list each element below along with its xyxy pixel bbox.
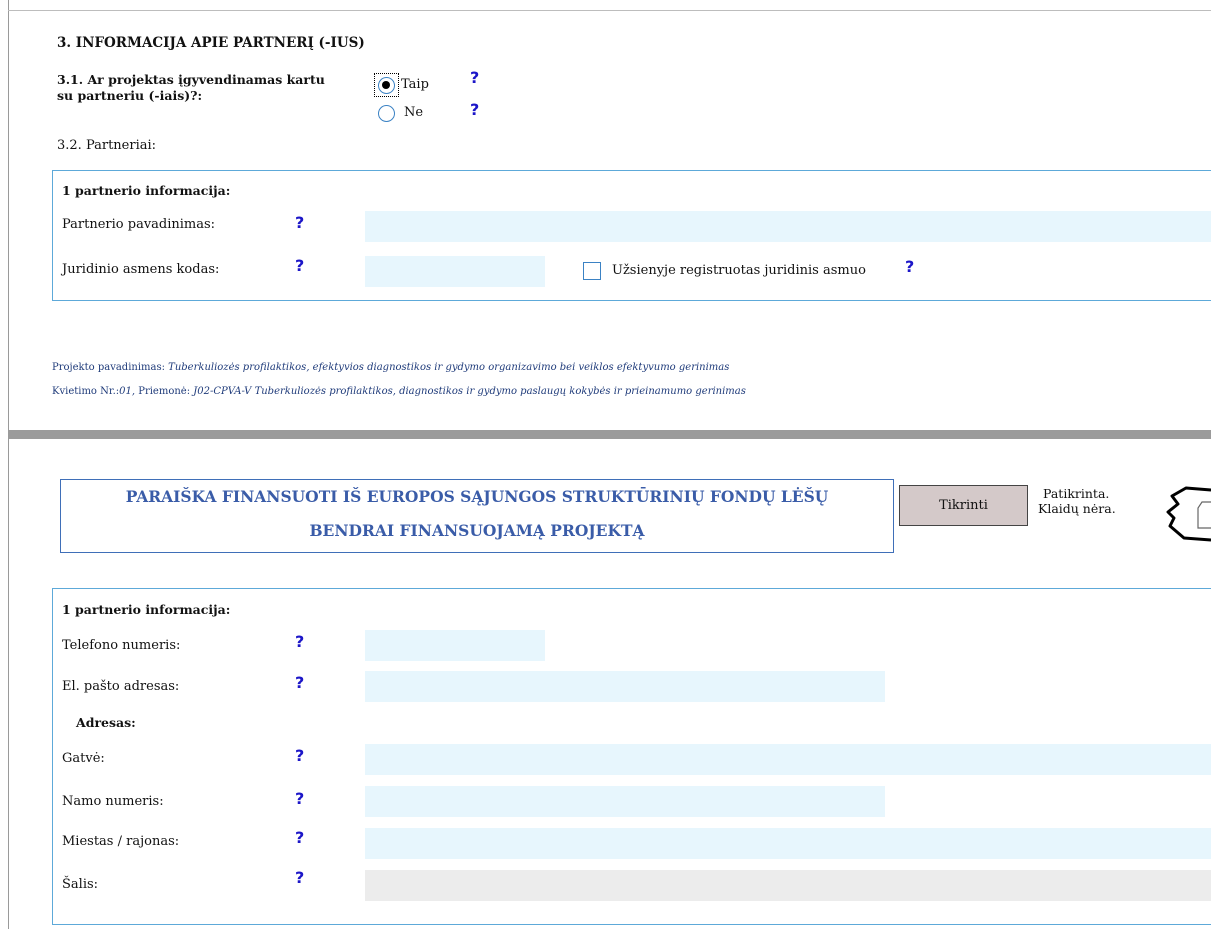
house-number-label: Namo numeris: xyxy=(62,794,164,809)
address-heading: Adresas: xyxy=(76,715,136,730)
email-label: El. pašto adresas: xyxy=(62,679,180,694)
footer-project-value: Tuberkuliozės profilaktikos, efektyvios … xyxy=(168,362,730,373)
help-icon-yes[interactable]: ? xyxy=(470,68,479,87)
partner-panel-1-heading: 1 partnerio informacija: xyxy=(62,183,231,198)
radio-no-label: Ne xyxy=(404,105,424,120)
check-status: Patikrinta. Klaidų nėra. xyxy=(1038,486,1116,516)
help-icon-house-number[interactable]: ? xyxy=(295,789,304,808)
foreign-entity-label: Užsienyje registruotas juridinis asmuo xyxy=(612,263,866,278)
email-field[interactable] xyxy=(365,671,885,702)
help-icon-street[interactable]: ? xyxy=(295,746,304,765)
help-icon-legal-code[interactable]: ? xyxy=(295,256,304,275)
footer-measure-label: Priemonė: xyxy=(138,386,191,397)
footer-measure-value: J02-CPVA-V Tuberkuliozės profilaktikos, … xyxy=(193,386,746,397)
footer-call-value: 01, xyxy=(119,386,136,397)
check-status-line1: Patikrinta. xyxy=(1043,486,1110,501)
section-title: 3. INFORMACIJA APIE PARTNERĮ (-IUS) xyxy=(57,35,365,51)
phone-field[interactable] xyxy=(365,630,545,661)
house-number-field[interactable] xyxy=(365,786,885,817)
check-status-line2: Klaidų nėra. xyxy=(1038,501,1116,516)
street-label: Gatvė: xyxy=(62,751,105,766)
legal-code-field[interactable] xyxy=(365,256,545,287)
country-label: Šalis: xyxy=(62,877,99,892)
check-button[interactable]: Tikrinti xyxy=(899,485,1028,526)
footer-project-line: Projekto pavadinimas: Tuberkuliozės prof… xyxy=(52,362,729,373)
footer-call-line: Kvietimo Nr.:01, Priemonė: J02-CPVA-V Tu… xyxy=(52,386,746,397)
city-field[interactable] xyxy=(365,828,1211,859)
help-icon-city[interactable]: ? xyxy=(295,828,304,847)
page-separator xyxy=(8,430,1211,439)
page-top-border xyxy=(8,10,1211,11)
help-icon-no[interactable]: ? xyxy=(470,100,479,119)
partner-panel-2-heading: 1 partnerio informacija: xyxy=(62,602,231,617)
footer-call-label: Kvietimo Nr.: xyxy=(52,386,120,397)
help-icon-email[interactable]: ? xyxy=(295,673,304,692)
street-field[interactable] xyxy=(365,744,1211,775)
country-field[interactable] xyxy=(365,870,1211,901)
page-left-border xyxy=(8,0,9,929)
partners-label: 3.2. Partneriai: xyxy=(57,138,157,153)
footer-project-label: Projekto pavadinimas: xyxy=(52,362,165,373)
question-3-1-line1: 3.1. Ar projektas įgyvendinamas kartu xyxy=(57,72,325,87)
radio-no[interactable] xyxy=(378,105,395,122)
help-icon-partner-name[interactable]: ? xyxy=(295,213,304,232)
document-icon xyxy=(1166,486,1211,542)
partner-name-field[interactable] xyxy=(365,211,1211,242)
application-title-box: PARAIŠKA FINANSUOTI IŠ EUROPOS SĄJUNGOS … xyxy=(60,479,894,553)
question-3-1-line2: su partneriu (-iais)?: xyxy=(57,88,203,103)
application-title-line1: PARAIŠKA FINANSUOTI IŠ EUROPOS SĄJUNGOS … xyxy=(125,487,829,506)
application-title-line2: BENDRAI FINANSUOJAMĄ PROJEKTĄ xyxy=(309,521,645,540)
city-label: Miestas / rajonas: xyxy=(62,834,180,849)
help-icon-phone[interactable]: ? xyxy=(295,632,304,651)
help-icon-country[interactable]: ? xyxy=(295,868,304,887)
help-icon-foreign-entity[interactable]: ? xyxy=(905,257,914,276)
phone-label: Telefono numeris: xyxy=(62,638,181,653)
radio-yes-label: Taip xyxy=(401,77,429,92)
radio-yes[interactable] xyxy=(378,77,395,94)
partner-name-label: Partnerio pavadinimas: xyxy=(62,217,216,232)
foreign-entity-checkbox[interactable] xyxy=(583,262,601,280)
legal-code-label: Juridinio asmens kodas: xyxy=(62,262,220,277)
